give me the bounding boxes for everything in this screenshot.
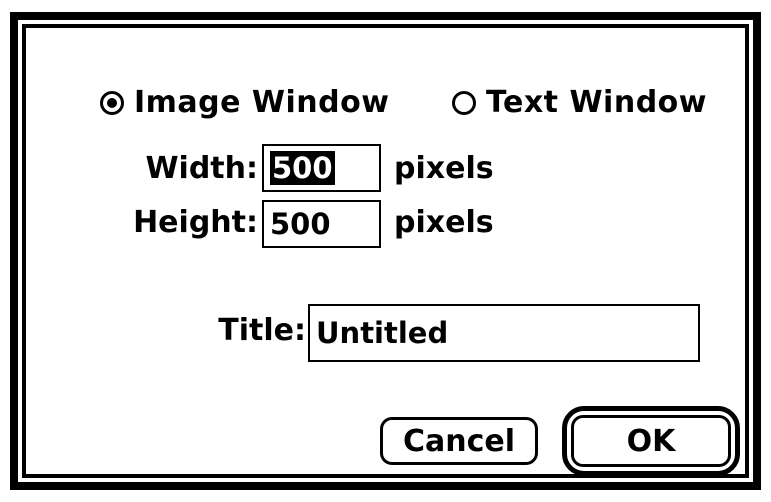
- width-label: Width:: [145, 151, 258, 186]
- radio-image-window[interactable]: Image Window: [100, 86, 389, 120]
- height-unit-label: pixels: [394, 205, 494, 240]
- width-unit-label: pixels: [394, 151, 494, 186]
- title-field-value: Untitled: [316, 316, 449, 350]
- ok-button[interactable]: OK: [571, 415, 731, 467]
- height-field[interactable]: 500: [262, 200, 381, 248]
- radio-text-window[interactable]: Text Window: [452, 86, 707, 120]
- width-field[interactable]: 500: [262, 144, 381, 192]
- height-field-value: 500: [270, 207, 331, 241]
- dialog-inner-frame: Image Window Text Window Width: 500 pixe…: [22, 24, 749, 478]
- title-label: Title:: [218, 313, 306, 348]
- radio-image-window-label: Image Window: [134, 85, 390, 120]
- ok-button-label: OK: [626, 423, 676, 459]
- cancel-button-label: Cancel: [402, 423, 516, 459]
- height-label: Height:: [133, 205, 258, 240]
- radio-selected-icon: [100, 91, 124, 115]
- radio-unselected-icon: [452, 91, 476, 115]
- title-field[interactable]: Untitled: [308, 304, 700, 362]
- radio-dot-icon: [107, 98, 117, 108]
- width-field-value: 500: [270, 151, 335, 185]
- radio-text-window-label: Text Window: [486, 85, 707, 120]
- cancel-button[interactable]: Cancel: [380, 417, 538, 465]
- new-window-dialog: Image Window Text Window Width: 500 pixe…: [10, 12, 761, 490]
